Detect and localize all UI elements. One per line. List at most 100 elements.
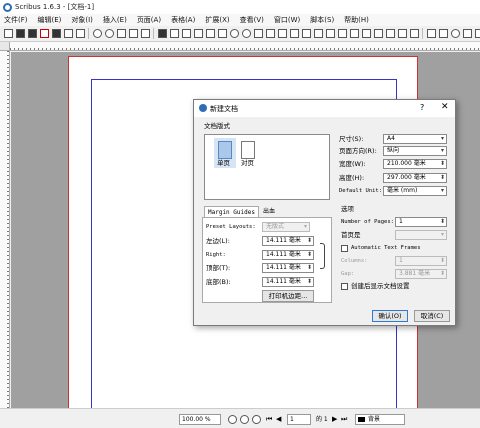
- link-frames-icon[interactable]: [361, 29, 371, 38]
- menu-edit[interactable]: 编辑(E): [38, 15, 62, 25]
- export-pdf-icon[interactable]: [75, 29, 85, 38]
- width-label: 宽度(W):: [339, 160, 366, 168]
- zoom-level-field[interactable]: 100.00 %: [179, 414, 221, 425]
- menu-table[interactable]: 表格(A): [171, 15, 195, 25]
- printer-margins-button[interactable]: 打印机边距...: [262, 290, 314, 302]
- calligraphic-icon[interactable]: [301, 29, 311, 38]
- last-page-icon[interactable]: ⏭: [341, 415, 347, 424]
- menu-file[interactable]: 文件(F): [4, 15, 28, 25]
- height-stepper[interactable]: 297.000 毫米: [383, 173, 447, 183]
- menu-insert[interactable]: 插入(E): [103, 15, 127, 25]
- layout-section-label: 文档版式: [204, 122, 230, 130]
- edit-text-icon[interactable]: [337, 29, 347, 38]
- margin-guides-pane: Preset Layouts: 无版式 左边(L): 14.111 毫米 Rig…: [202, 217, 332, 303]
- right-margin-label: Right:: [206, 252, 226, 258]
- vertical-ruler: [0, 51, 10, 408]
- new-document-dialog: 新建文档 ? ✕ 文档版式 单页 对页 尺寸(S): A4 页面方向(R): 纵…: [193, 99, 456, 326]
- preset-layouts-select[interactable]: 无版式: [262, 222, 310, 232]
- top-margin-stepper[interactable]: 14.111 毫米: [262, 263, 314, 273]
- window-title: Scribus 1.6.3 - [文档-1]: [15, 3, 95, 11]
- cut-icon[interactable]: [116, 29, 126, 38]
- close-document-icon[interactable]: [39, 29, 49, 38]
- unlink-frames-icon[interactable]: [373, 29, 383, 38]
- arc-icon[interactable]: [241, 29, 251, 38]
- orientation-select[interactable]: 纵向: [383, 146, 447, 156]
- number-of-pages-stepper[interactable]: 1: [395, 217, 447, 227]
- facing-pages-icon[interactable]: [241, 141, 255, 159]
- ok-button[interactable]: 确认(O): [372, 310, 408, 322]
- zoom-out-icon[interactable]: [228, 415, 237, 424]
- bottom-margin-stepper[interactable]: 14.111 毫米: [262, 277, 314, 287]
- menu-page[interactable]: 页面(A): [137, 15, 161, 25]
- undo-icon[interactable]: [92, 29, 102, 38]
- redo-icon[interactable]: [104, 29, 114, 38]
- polygon-icon[interactable]: [229, 29, 239, 38]
- single-page-icon[interactable]: [218, 141, 232, 159]
- left-margin-stepper[interactable]: 14.111 毫米: [262, 236, 314, 246]
- spiral-icon[interactable]: [253, 29, 263, 38]
- copy-icon[interactable]: [128, 29, 138, 38]
- save-icon[interactable]: [27, 29, 37, 38]
- measure-icon[interactable]: [385, 29, 395, 38]
- help-button[interactable]: ?: [420, 103, 424, 112]
- columns-stepper[interactable]: 1: [395, 256, 447, 266]
- default-unit-select[interactable]: 毫米 (mm): [383, 186, 447, 196]
- top-margin-label: 顶部(T):: [206, 264, 231, 272]
- menu-help[interactable]: 帮助(H): [344, 15, 369, 25]
- paste-icon[interactable]: [140, 29, 150, 38]
- image-frame-icon[interactable]: [181, 29, 191, 38]
- previous-page-icon[interactable]: ◀: [276, 415, 281, 424]
- pdf-radio-icon[interactable]: [450, 29, 460, 38]
- show-settings-after-creation-label: 创建后显示文档设置: [351, 282, 410, 290]
- show-settings-after-creation-checkbox[interactable]: [341, 283, 348, 290]
- select-arrow-icon[interactable]: [157, 29, 167, 38]
- dialog-title: 新建文档: [210, 105, 238, 113]
- scribus-app-icon: [199, 104, 207, 112]
- left-margin-label: 左边(L):: [206, 237, 230, 245]
- toolbar-separator: [88, 28, 89, 39]
- automatic-text-frames-checkbox[interactable]: [341, 245, 348, 252]
- main-toolbar: [0, 26, 480, 42]
- first-page-select[interactable]: [395, 230, 447, 240]
- pdf-push-button-icon[interactable]: [426, 29, 436, 38]
- layout-facing-label[interactable]: 对页: [241, 159, 254, 168]
- bezier-icon[interactable]: [277, 29, 287, 38]
- link-margins-icon[interactable]: [320, 243, 325, 269]
- preset-layouts-label: Preset Layouts:: [206, 224, 256, 230]
- first-page-icon[interactable]: ⏮: [266, 415, 272, 424]
- print-icon[interactable]: [51, 29, 61, 38]
- menu-script[interactable]: 脚本(S): [310, 15, 334, 25]
- preflight-icon[interactable]: [63, 29, 73, 38]
- pdf-text-field-icon[interactable]: [438, 29, 448, 38]
- line-icon[interactable]: [265, 29, 275, 38]
- zoom-in-icon[interactable]: [252, 415, 261, 424]
- gap-stepper[interactable]: 3.881 毫米: [395, 269, 447, 279]
- table-icon[interactable]: [205, 29, 215, 38]
- menu-windows[interactable]: 窗口(W): [274, 15, 300, 25]
- close-button[interactable]: ✕: [441, 102, 449, 112]
- story-editor-icon[interactable]: [349, 29, 359, 38]
- pdf-list-icon[interactable]: [474, 29, 480, 38]
- zoom-100-icon[interactable]: [240, 415, 249, 424]
- menu-view[interactable]: 查看(V): [240, 15, 264, 25]
- open-document-icon[interactable]: [15, 29, 25, 38]
- zoom-icon[interactable]: [325, 29, 335, 38]
- menu-item[interactable]: 对象(I): [71, 15, 93, 25]
- layout-single-label[interactable]: 单页: [217, 159, 230, 168]
- size-select[interactable]: A4: [383, 134, 447, 144]
- freehand-icon[interactable]: [289, 29, 299, 38]
- rotate-icon[interactable]: [313, 29, 323, 38]
- right-margin-stepper[interactable]: 14.111 毫米: [262, 250, 314, 260]
- shape-icon[interactable]: [217, 29, 227, 38]
- pdf-combo-icon[interactable]: [462, 29, 472, 38]
- next-page-icon[interactable]: ▶: [332, 415, 337, 424]
- text-frame-icon[interactable]: [169, 29, 179, 38]
- cancel-button[interactable]: 取消(C): [414, 310, 450, 322]
- current-page-field[interactable]: 1: [287, 414, 311, 425]
- new-document-icon[interactable]: [3, 29, 13, 38]
- eyedropper-icon[interactable]: [409, 29, 419, 38]
- copy-properties-icon[interactable]: [397, 29, 407, 38]
- menu-extras[interactable]: 扩展(X): [205, 15, 229, 25]
- render-frame-icon[interactable]: [193, 29, 203, 38]
- width-stepper[interactable]: 210.000 毫米: [383, 159, 447, 169]
